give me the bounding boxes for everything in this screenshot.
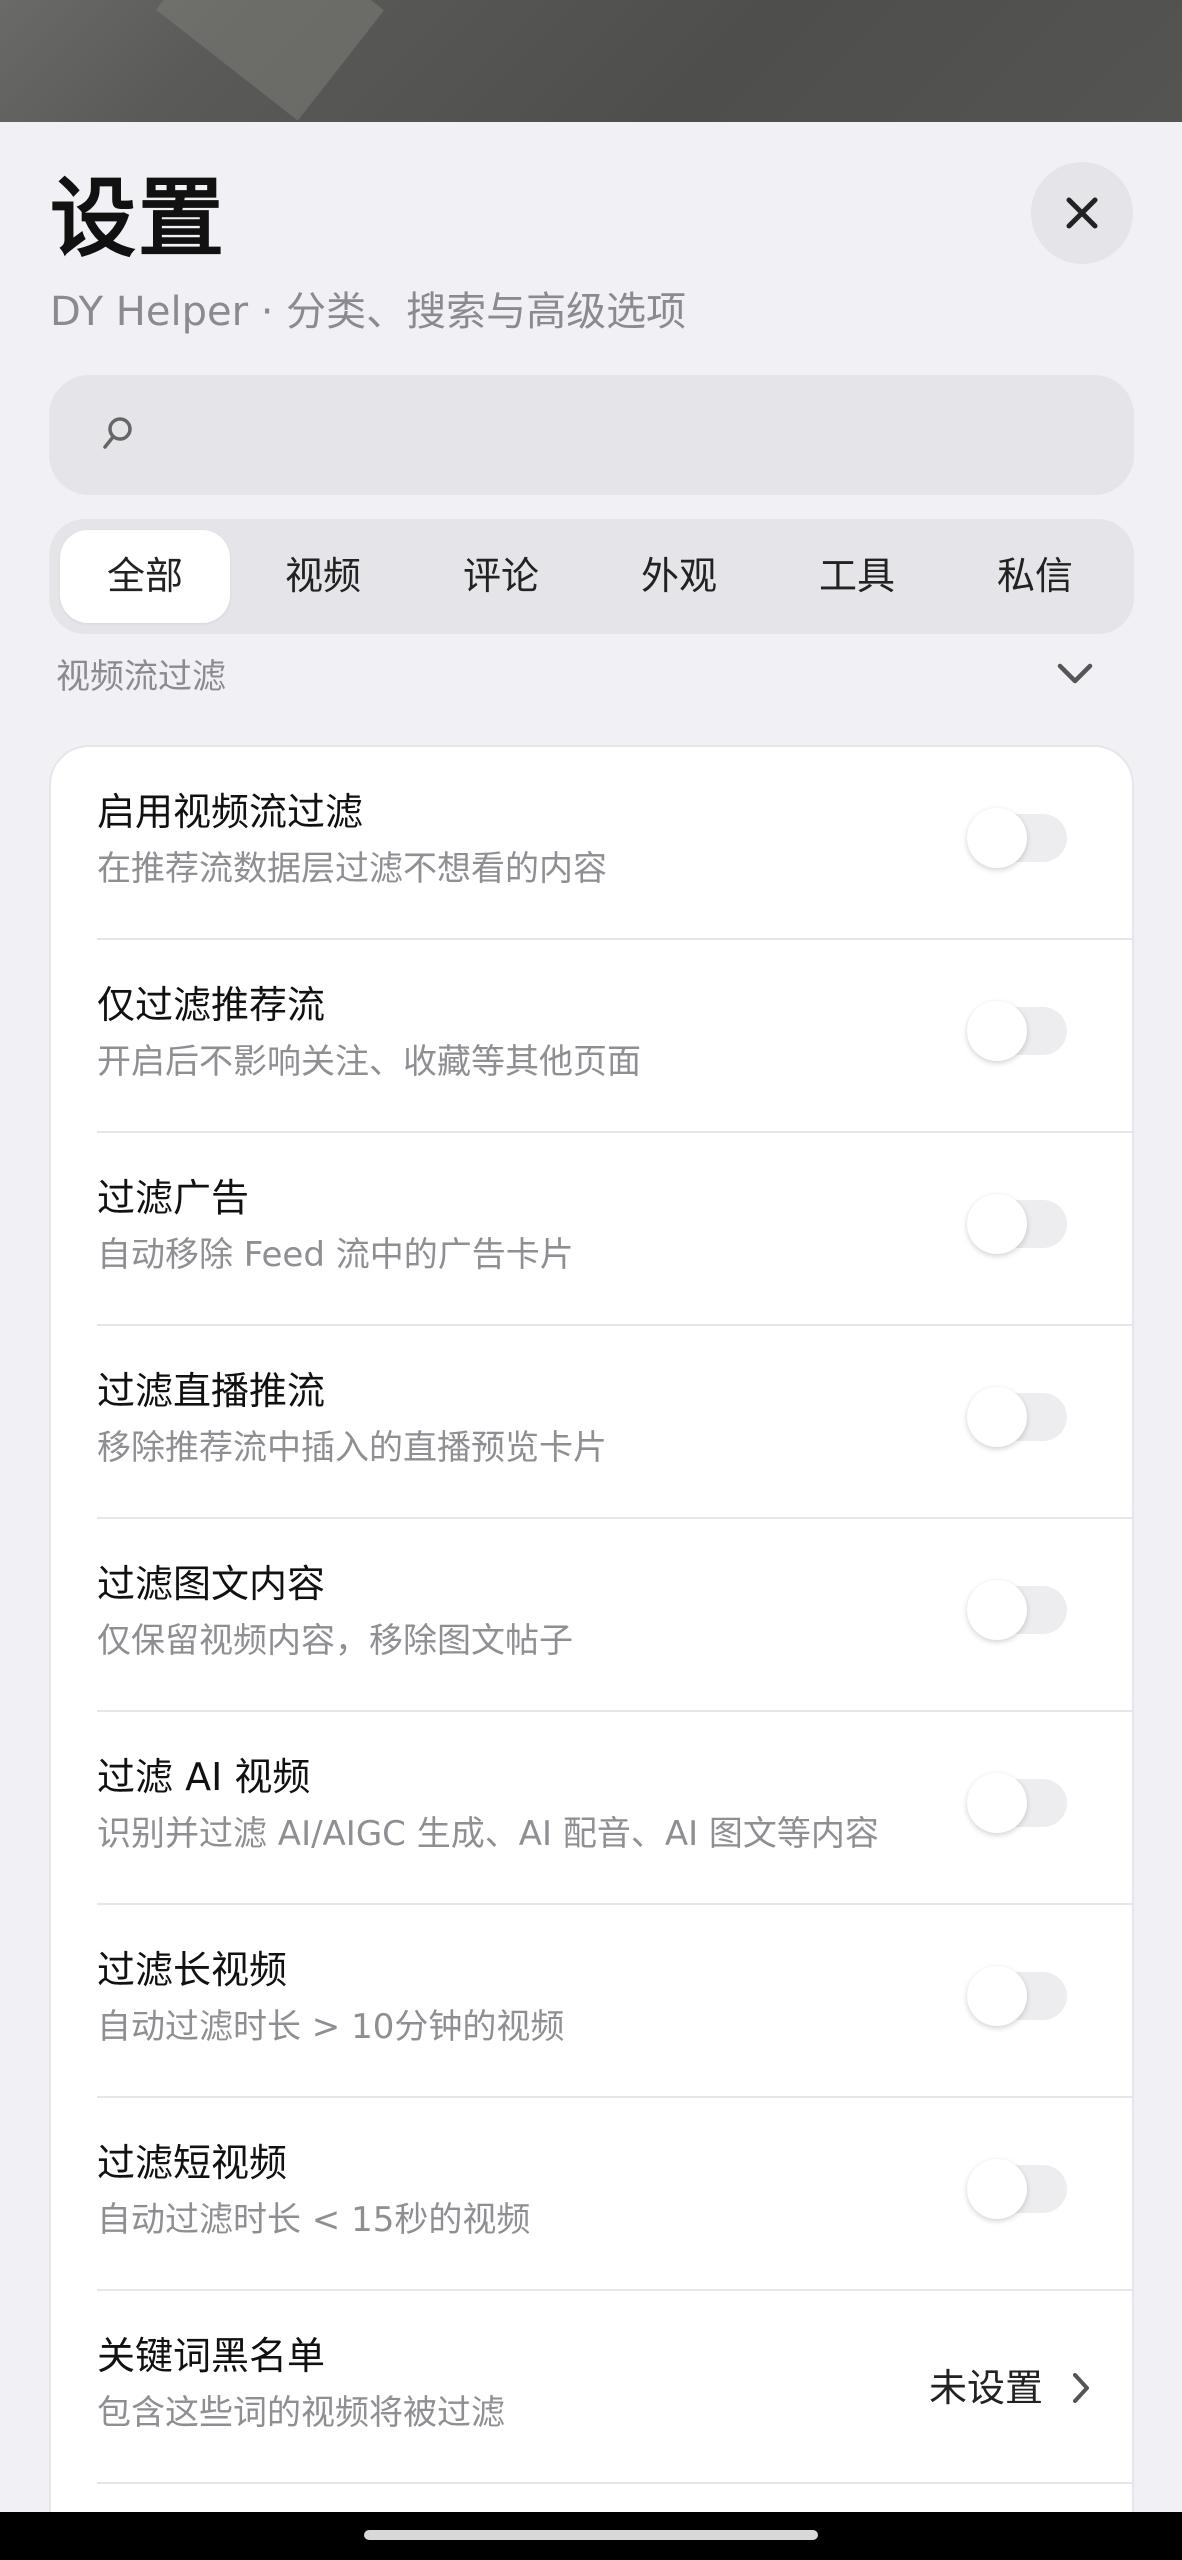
setting-toggle[interactable] [967,1580,1067,1640]
setting-description: 仅保留视频内容，移除图文帖子 [97,1621,573,1661]
setting-description: 开启后不影响关注、收藏等其他页面 [97,1042,641,1082]
toggle-knob [967,2159,1027,2219]
toggle-knob [967,1194,1027,1254]
search-bar[interactable] [49,375,1134,495]
setting-toggle[interactable] [967,1773,1067,1833]
setting-title: 过滤短视频 [97,2141,288,2185]
setting-row: 过滤直播推流 移除推荐流中插入的直播预览卡片 [51,1326,1132,1519]
search-input[interactable] [159,395,1099,475]
close-button[interactable] [1031,162,1133,264]
setting-description: 包含这些词的视频将被过滤 [97,2393,505,2433]
setting-title: 过滤直播推流 [97,1369,326,1413]
setting-toggle[interactable] [967,808,1067,868]
setting-row: 过滤图文内容 仅保留视频内容，移除图文帖子 [51,1519,1132,1712]
tab-video[interactable]: 视频 [238,530,408,623]
tab-all[interactable]: 全部 [60,530,230,623]
setting-toggle[interactable] [967,1001,1067,1061]
setting-description: 自动过滤时长 < 15秒的视频 [97,2200,531,2240]
setting-title: 仅过滤推荐流 [97,983,326,1027]
setting-row: 过滤广告 自动移除 Feed 流中的广告卡片 [51,1133,1132,1326]
setting-toggle[interactable] [967,2159,1067,2219]
toggle-knob [967,1773,1027,1833]
close-icon [1066,197,1098,229]
setting-toggle[interactable] [967,1194,1067,1254]
settings-sheet: 设置 DY Helper · 分类、搜索与高级选项 全部 视频 评论 外观 工具… [0,122,1182,2512]
chevron-right-icon [1073,2373,1089,2403]
setting-title: 过滤长视频 [97,1948,288,1992]
setting-row: 仅过滤推荐流 开启后不影响关注、收藏等其他页面 [51,940,1132,1133]
tab-tools[interactable]: 工具 [772,530,942,623]
background-video-strip [0,0,1182,122]
divider [97,2482,1132,2484]
setting-value: 未设置 [929,2366,1044,2410]
page-title: 设置 [50,169,226,269]
page-subtitle: DY Helper · 分类、搜索与高级选项 [50,289,687,335]
home-indicator[interactable] [364,2530,818,2540]
setting-description: 在推荐流数据层过滤不想看的内容 [97,849,607,889]
toggle-knob [967,1580,1027,1640]
section-title[interactable]: 视频流过滤 [56,652,226,702]
setting-description: 移除推荐流中插入的直播预览卡片 [97,1428,607,1468]
toggle-knob [967,1001,1027,1061]
toggle-knob [967,808,1027,868]
setting-title: 启用视频流过滤 [97,790,364,834]
setting-title: 过滤广告 [97,1176,250,1220]
category-tabs: 全部 视频 评论 外观 工具 私信 [49,519,1134,634]
toggle-knob [967,1387,1027,1447]
setting-title: 过滤 AI 视频 [97,1755,311,1799]
setting-toggle[interactable] [967,1387,1067,1447]
setting-toggle[interactable] [967,1966,1067,2026]
tab-messages[interactable]: 私信 [950,530,1120,623]
tab-appearance[interactable]: 外观 [594,530,764,623]
setting-row: 过滤短视频 自动过滤时长 < 15秒的视频 [51,2098,1132,2291]
setting-row: 启用视频流过滤 在推荐流数据层过滤不想看的内容 [51,747,1132,940]
search-icon [103,417,132,449]
setting-row: 过滤 AI 视频 识别并过滤 AI/AIGC 生成、AI 配音、AI 图文等内容 [51,1712,1132,1905]
setting-row: 过滤长视频 自动过滤时长 > 10分钟的视频 [51,1905,1132,2098]
tab-comments[interactable]: 评论 [416,530,586,623]
setting-description: 识别并过滤 AI/AIGC 生成、AI 配音、AI 图文等内容 [97,1814,879,1854]
background-shade [155,0,385,121]
setting-title: 关键词黑名单 [97,2334,326,2378]
setting-description: 自动过滤时长 > 10分钟的视频 [97,2007,565,2047]
chevron-down-icon[interactable] [1056,662,1094,686]
setting-description: 自动移除 Feed 流中的广告卡片 [97,1235,574,1275]
toggle-knob [967,1966,1027,2026]
setting-title: 过滤图文内容 [97,1562,326,1606]
keyword-blacklist-row[interactable]: 关键词黑名单 包含这些词的视频将被过滤 未设置 [51,2291,1132,2484]
settings-card: 启用视频流过滤 在推荐流数据层过滤不想看的内容 仅过滤推荐流 开启后不影响关注、… [49,745,1134,2512]
